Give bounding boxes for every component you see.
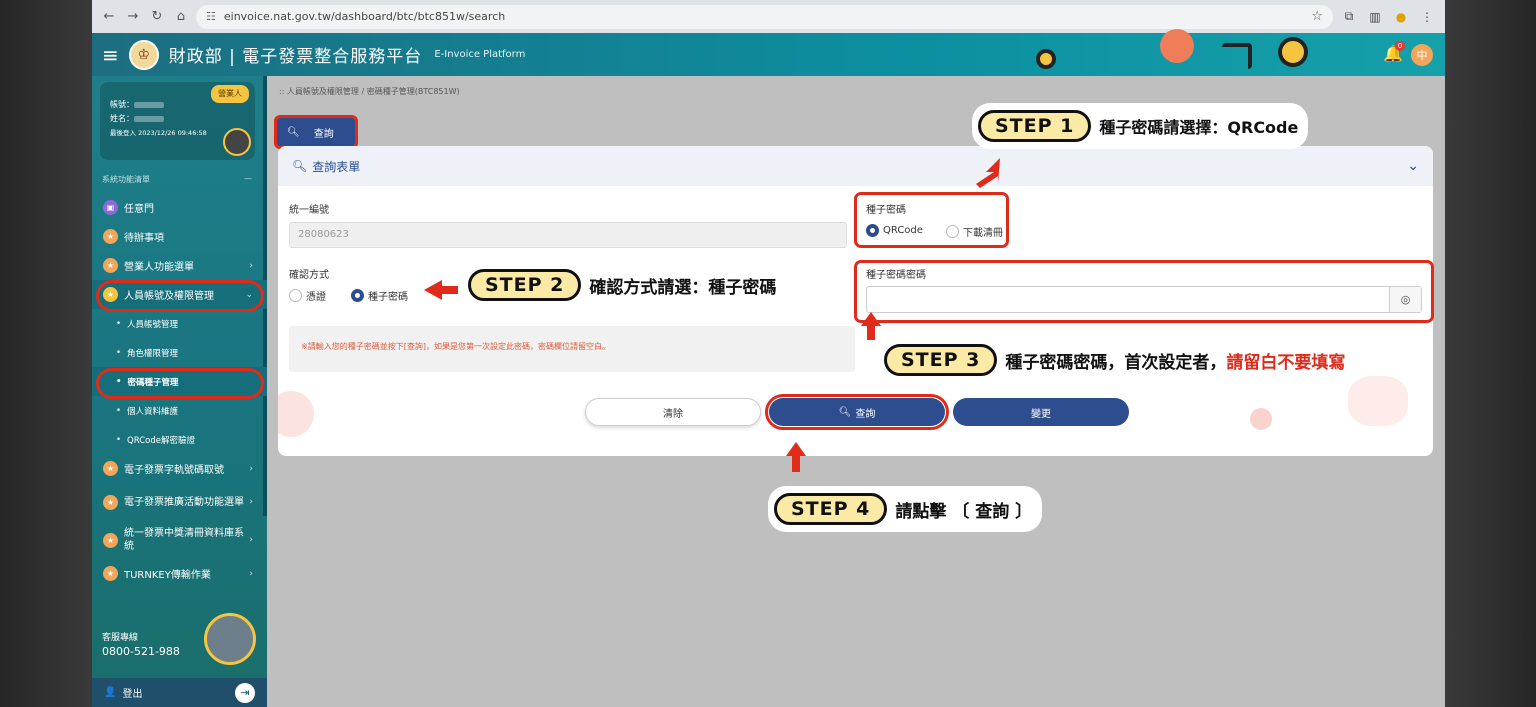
annotation-arrows [424, 158, 1000, 472]
arrow-step4 [786, 442, 806, 472]
arrow-step2 [424, 280, 458, 300]
left-bezel [0, 0, 92, 707]
browser-window: ← → ↻ ⌂ ☷ einvoice.nat.gov.tw/dashboard/… [92, 0, 1445, 707]
right-bezel [1445, 0, 1536, 707]
arrow-step1 [976, 158, 1000, 188]
arrow-step3 [861, 312, 881, 340]
